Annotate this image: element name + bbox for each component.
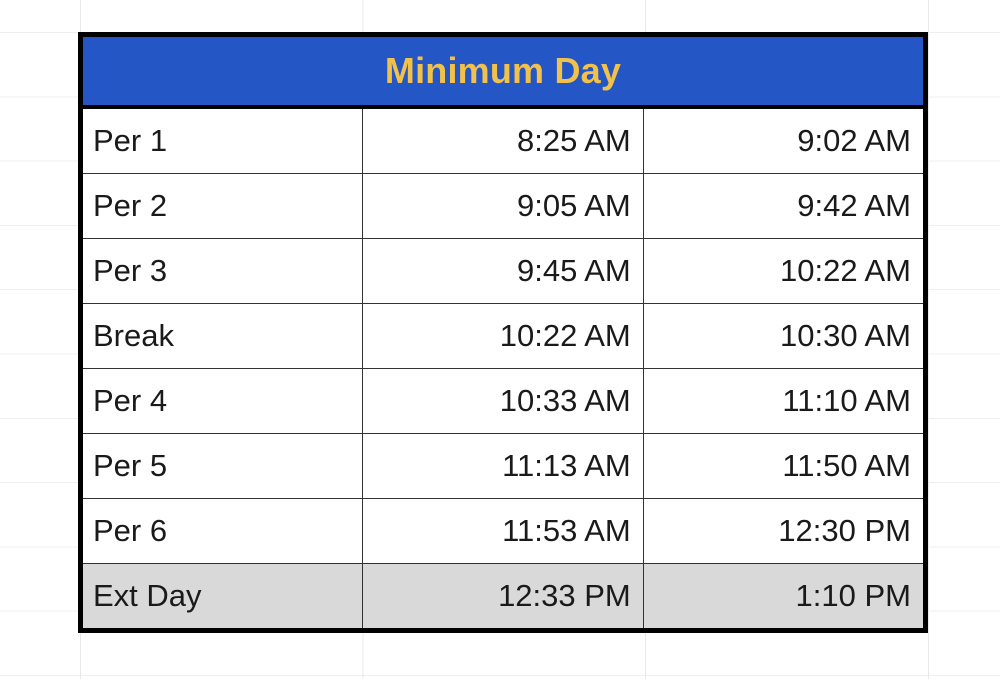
schedule-table-header: Minimum Day [83, 37, 923, 109]
table-row: Break 10:22 AM 10:30 AM [83, 303, 923, 369]
period-end-time-cell: 1:10 PM [642, 563, 923, 628]
period-label-cell: Ext Day [83, 563, 364, 628]
table-row: Per 3 9:45 AM 10:22 AM [83, 238, 923, 304]
period-start-time-cell: 10:22 AM [362, 303, 644, 369]
period-start-time-cell: 12:33 PM [362, 563, 644, 628]
schedule-table: Minimum Day Per 1 8:25 AM 9:02 AM Per 2 9:05… [83, 37, 923, 628]
period-label-cell: Per 2 [83, 173, 364, 239]
period-start-time-cell: 9:05 AM [362, 173, 644, 239]
table-row: Per 5 11:13 AM 11:50 AM [83, 433, 923, 499]
period-start-time-cell: 10:33 AM [362, 368, 644, 434]
table-row: Per 1 8:25 AM 9:02 AM [83, 106, 923, 174]
period-label-cell: Per 1 [83, 106, 364, 174]
period-start-time-cell: 9:45 AM [362, 238, 644, 304]
period-end-time-cell: 9:02 AM [642, 106, 923, 174]
table-row: Per 6 11:53 AM 12:30 PM [83, 498, 923, 564]
schedule-title: Minimum Day [83, 37, 923, 109]
period-label-cell: Per 6 [83, 498, 364, 564]
period-end-time-cell: 9:42 AM [642, 173, 923, 239]
period-label-cell: Per 4 [83, 368, 364, 434]
title-row: Minimum Day [83, 37, 923, 109]
period-end-time-cell: 10:30 AM [642, 303, 923, 369]
table-row: Ext Day 12:33 PM 1:10 PM [83, 563, 923, 628]
minimum-day-schedule-table: Minimum Day Per 1 8:25 AM 9:02 AM Per 2 9:05… [78, 32, 928, 633]
period-label-cell: Per 5 [83, 433, 364, 499]
period-end-time-cell: 12:30 PM [642, 498, 923, 564]
schedule-table-body: Per 1 8:25 AM 9:02 AM Per 2 9:05 AM 9:42 AM Pe… [83, 106, 923, 628]
period-start-time-cell: 8:25 AM [362, 106, 644, 174]
period-end-time-cell: 10:22 AM [642, 238, 923, 304]
period-end-time-cell: 11:10 AM [642, 368, 923, 434]
period-start-time-cell: 11:13 AM [362, 433, 644, 499]
period-label-cell: Break [83, 303, 364, 369]
table-row: Per 2 9:05 AM 9:42 AM [83, 173, 923, 239]
period-start-time-cell: 11:53 AM [362, 498, 644, 564]
table-row: Per 4 10:33 AM 11:10 AM [83, 368, 923, 434]
period-end-time-cell: 11:50 AM [642, 433, 923, 499]
period-label-cell: Per 3 [83, 238, 364, 304]
